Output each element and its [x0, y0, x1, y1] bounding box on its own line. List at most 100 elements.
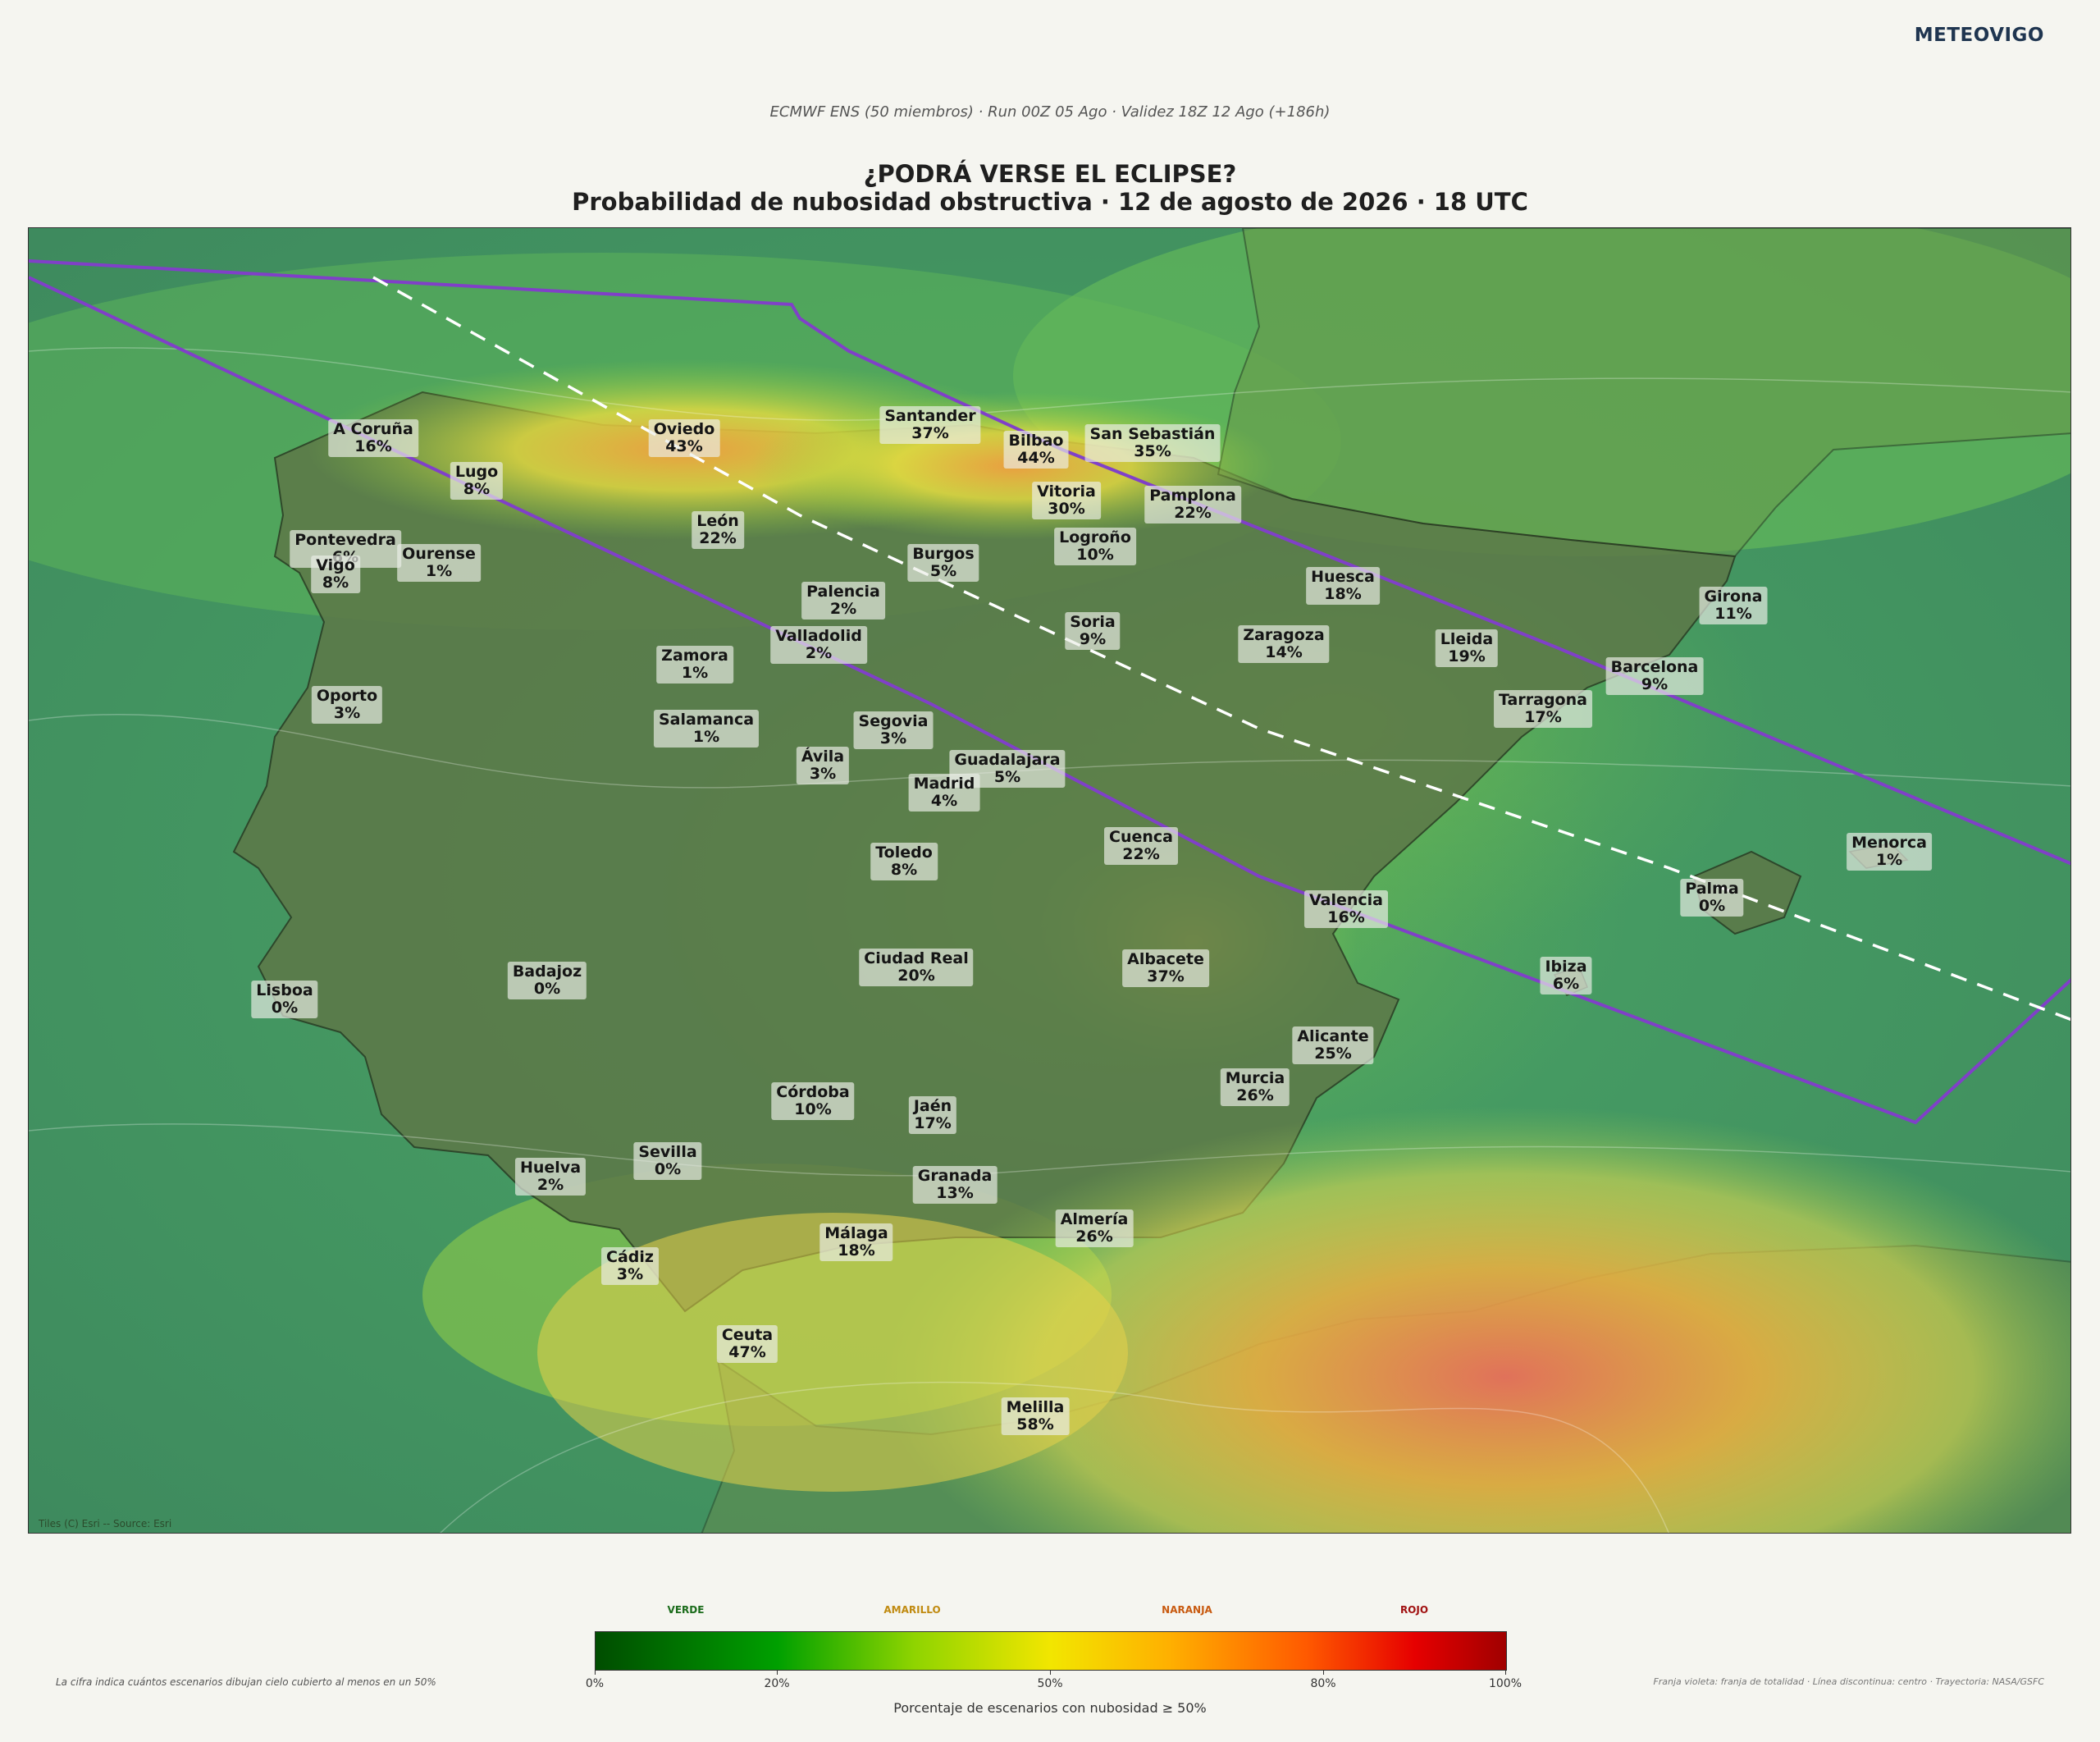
city-probability: 16%: [354, 437, 392, 455]
city-name: A Coruña: [333, 420, 413, 438]
city-probability: 0%: [1698, 897, 1726, 915]
city-name: Santander: [884, 407, 976, 425]
city-probability: 0%: [654, 1160, 682, 1178]
city-probability: 3%: [616, 1265, 644, 1283]
city-name: Badajoz: [512, 962, 582, 981]
city-name: Logroño: [1059, 528, 1131, 546]
city-name: Lisboa: [256, 981, 313, 999]
city-name: Burgos: [912, 545, 975, 563]
city-name: Zamora: [661, 647, 728, 665]
city-name: Granada: [917, 1167, 993, 1185]
city-label: Ciudad Real 20%: [859, 949, 974, 986]
colorbar-tick-label: 50%: [1037, 1677, 1063, 1690]
colorbar-tick-mark: [1050, 1670, 1051, 1675]
city-name: Girona: [1704, 588, 1763, 606]
city-probability: 1%: [1875, 851, 1903, 869]
city-name: Palma: [1685, 880, 1739, 898]
city-probability: 47%: [728, 1343, 766, 1361]
city-label: San Sebastián 35%: [1084, 424, 1221, 462]
city-probability: 26%: [1236, 1086, 1274, 1104]
city-label: Melilla 58%: [1001, 1397, 1070, 1435]
city-probability: 37%: [911, 424, 949, 442]
city-probability: 2%: [536, 1176, 564, 1194]
cloud-probability-map[interactable]: A Coruña16%Lugo8%Pontevedra6%Vigo8%Ouren…: [28, 227, 2071, 1534]
city-label: Zaragoza 14%: [1238, 625, 1330, 663]
city-label: Palencia 2%: [801, 582, 885, 620]
city-label: Valencia 16%: [1303, 890, 1389, 928]
colorbar-tick-label: 0%: [585, 1677, 605, 1690]
city-label: Toledo 8%: [870, 843, 938, 880]
city-label: Tarragona 17%: [1494, 690, 1592, 728]
city-probability: 9%: [1079, 630, 1107, 648]
city-probability: 22%: [1122, 845, 1160, 863]
city-label: Ourense 1%: [397, 544, 481, 582]
city-name: Ibiza: [1545, 958, 1587, 976]
title-line-2: Probabilidad de nubosidad obstructiva · …: [572, 188, 1528, 216]
city-probability: 58%: [1016, 1415, 1054, 1433]
footer-left-note: La cifra indica cuántos escenarios dibuj…: [56, 1676, 436, 1688]
colorbar-title: Porcentaje de escenarios con nubosidad ≥…: [893, 1700, 1207, 1716]
city-probability: 26%: [1075, 1228, 1113, 1246]
colorbar-category-verde: VERDE: [667, 1604, 705, 1616]
city-name: Huesca: [1311, 568, 1375, 586]
city-label: Jaén 17%: [908, 1096, 957, 1134]
city-probability: 8%: [890, 861, 918, 879]
city-name: Albacete: [1127, 950, 1204, 968]
city-label: Barcelona 9%: [1605, 657, 1704, 695]
city-probability: 4%: [930, 792, 958, 810]
city-probability: 1%: [681, 664, 709, 682]
city-name: Ourense: [402, 545, 476, 563]
city-label: Valladolid 2%: [770, 626, 867, 664]
city-probability: 22%: [699, 529, 737, 547]
city-name: Pamplona: [1149, 487, 1236, 505]
city-label: Madrid 4%: [908, 774, 980, 812]
city-probability: 1%: [425, 562, 453, 580]
city-probability: 14%: [1265, 643, 1303, 661]
city-name: Vitoria: [1037, 482, 1096, 501]
colorbar-tick-label: 80%: [1310, 1677, 1336, 1690]
city-label: Ceuta 47%: [716, 1325, 778, 1363]
city-name: Soria: [1070, 613, 1116, 631]
city-name: León: [696, 512, 739, 530]
city-name: Cádiz: [606, 1248, 654, 1266]
city-probability: 30%: [1048, 500, 1085, 518]
model-run-subtitle: ECMWF ENS (50 miembros) · Run 00Z 05 Ago…: [769, 103, 1331, 121]
footer-right-note: Franja violeta: franja de totalidad · Lí…: [1653, 1676, 2044, 1687]
city-name: Córdoba: [776, 1083, 850, 1101]
city-label: Soria 9%: [1065, 612, 1121, 650]
city-label: Huesca 18%: [1306, 567, 1380, 605]
city-label: Salamanca 1%: [653, 710, 760, 748]
city-probability: 9%: [1641, 675, 1669, 693]
colorbar-tick-label: 20%: [764, 1677, 790, 1690]
city-label: Lleida 19%: [1435, 629, 1499, 667]
city-label: Almería 26%: [1055, 1209, 1134, 1247]
city-label: Sevilla 0%: [633, 1142, 702, 1180]
city-label: Ávila 3%: [796, 747, 850, 784]
colorbar-category-naranja: NARANJA: [1162, 1604, 1212, 1616]
colorbar-tick-mark: [1505, 1670, 1506, 1675]
city-name: Alicante: [1297, 1027, 1369, 1045]
city-name: Valencia: [1308, 891, 1384, 909]
city-name: Lleida: [1440, 630, 1494, 648]
city-probability: 16%: [1327, 908, 1365, 926]
city-name: Toledo: [875, 844, 933, 862]
city-probability: 6%: [1552, 975, 1580, 993]
tiles-credit: Tiles (C) Esri -- Source: Esri: [39, 1518, 172, 1529]
city-probability: 0%: [533, 980, 561, 998]
city-name: Lugo: [454, 463, 499, 481]
city-probability: 3%: [809, 765, 837, 783]
colorbar: [595, 1631, 1507, 1671]
city-name: Guadalajara: [954, 751, 1061, 769]
city-label: Menorca 1%: [1847, 833, 1932, 871]
city-name: Oporto: [316, 687, 378, 705]
city-label: Lugo 8%: [450, 462, 504, 500]
city-probability: 17%: [914, 1114, 952, 1132]
city-label: Cádiz 3%: [601, 1247, 659, 1285]
city-name: Ávila: [801, 748, 845, 766]
city-label: Girona 11%: [1699, 587, 1768, 624]
city-label: Lisboa 0%: [251, 981, 318, 1018]
city-name: Sevilla: [638, 1143, 697, 1161]
city-label: Cuenca 22%: [1104, 827, 1178, 865]
colorbar-tick-label: 100%: [1488, 1677, 1522, 1690]
city-label: Murcia 26%: [1220, 1068, 1290, 1106]
